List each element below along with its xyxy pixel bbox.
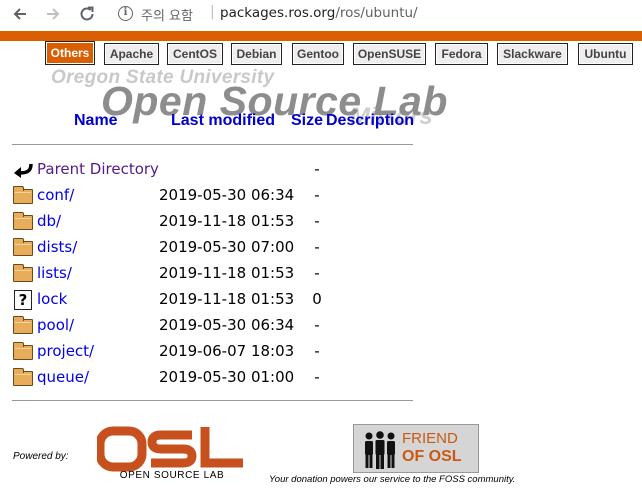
sort-by-description-link[interactable]: Description xyxy=(326,112,414,130)
tab-ubuntu[interactable]: Ubuntu xyxy=(578,43,633,65)
divider xyxy=(12,144,413,145)
tab-centos[interactable]: CentOS xyxy=(167,43,223,65)
tab-slackware[interactable]: Slackware xyxy=(497,43,568,65)
folder-icon xyxy=(13,186,33,204)
file-link[interactable]: db/ xyxy=(37,212,61,230)
file-link[interactable]: queue/ xyxy=(37,368,89,386)
tab-debian[interactable]: Debian xyxy=(231,43,282,65)
sort-by-modified-link[interactable]: Last modified xyxy=(171,112,275,130)
list-item: lists/ 2019-11-18 01:53 - xyxy=(0,261,642,287)
file-link[interactable]: project/ xyxy=(37,342,94,360)
divider xyxy=(12,400,413,401)
list-item: pool/ 2019-05-30 06:34 - xyxy=(0,313,642,339)
folder-icon xyxy=(13,342,33,360)
file-link[interactable]: lists/ xyxy=(37,264,72,282)
forward-arrow-icon[interactable] xyxy=(42,3,64,25)
file-size: - xyxy=(314,316,320,334)
folder-icon xyxy=(13,316,33,334)
browser-toolbar: i 주의 요함 | packages.ros.org/ros/ubuntu/ xyxy=(0,0,642,29)
file-link[interactable]: lock xyxy=(37,290,67,308)
list-item: project/ 2019-06-07 18:03 - xyxy=(0,339,642,365)
folder-icon xyxy=(13,238,33,256)
back-arrow-icon xyxy=(14,163,33,178)
address-bar[interactable]: packages.ros.org/ros/ubuntu/ xyxy=(220,5,418,21)
file-link[interactable]: pool/ xyxy=(37,316,74,334)
file-link[interactable]: conf/ xyxy=(37,186,74,204)
tab-others[interactable]: Others xyxy=(45,41,95,65)
modified-date: 2019-05-30 06:34 xyxy=(159,186,295,204)
list-item: conf/ 2019-05-30 06:34 - xyxy=(0,183,642,209)
file-size: 0 xyxy=(312,290,322,308)
osu-header-bar xyxy=(0,31,642,41)
modified-date: 2019-11-18 01:53 xyxy=(159,264,295,282)
modified-date: 2019-05-30 06:34 xyxy=(159,316,295,334)
file-size: - xyxy=(314,160,320,178)
modified-date: 2019-06-07 18:03 xyxy=(159,342,295,360)
file-size: - xyxy=(314,342,320,360)
modified-date: 2019-05-30 01:00 xyxy=(159,368,295,386)
people-icon xyxy=(365,431,395,469)
modified-date: 2019-11-18 01:53 xyxy=(159,290,295,308)
friend-of-osl-button[interactable]: FRIEND OF OSL xyxy=(353,424,479,473)
osl-logo-subtitle: OPEN SOURCE LAB xyxy=(119,470,225,481)
of-osl-label: OF OSL xyxy=(402,448,462,465)
powered-by-label: Powered by: xyxy=(13,451,69,462)
parent-directory-link[interactable]: Parent Directory xyxy=(37,160,159,178)
file-size: - xyxy=(314,238,320,256)
unknown-file-icon: ? xyxy=(14,290,32,310)
list-item: dists/ 2019-05-30 07:00 - xyxy=(0,235,642,261)
modified-date: 2019-05-30 07:00 xyxy=(159,238,295,256)
friend-label: FRIEND xyxy=(402,430,458,447)
url-host: packages.ros.org xyxy=(220,5,336,21)
folder-icon xyxy=(13,212,33,230)
tab-fedora[interactable]: Fedora xyxy=(435,43,488,65)
tab-gentoo[interactable]: Gentoo xyxy=(292,43,344,65)
file-size: - xyxy=(314,264,320,282)
info-icon[interactable]: i xyxy=(118,6,133,21)
list-item: queue/ 2019-05-30 01:00 - xyxy=(0,365,642,391)
file-size: - xyxy=(314,368,320,386)
list-item-parent: Parent Directory - xyxy=(0,157,642,183)
url-separator: | xyxy=(210,4,215,20)
modified-date: 2019-11-18 01:53 xyxy=(159,212,295,230)
file-link[interactable]: dists/ xyxy=(37,238,77,256)
distro-tabs: Others Apache CentOS Debian Gentoo OpenS… xyxy=(0,41,642,67)
donation-note: Your donation powers our service to the … xyxy=(269,474,516,485)
back-arrow-icon[interactable] xyxy=(9,3,31,25)
list-item: ? lock 2019-11-18 01:53 0 xyxy=(0,287,642,313)
url-path: /ros/ubuntu/ xyxy=(335,5,418,21)
tab-apache[interactable]: Apache xyxy=(104,43,159,65)
folder-icon xyxy=(13,264,33,282)
file-size: - xyxy=(314,212,320,230)
folder-icon xyxy=(13,368,33,386)
security-status[interactable]: 주의 요함 xyxy=(141,5,193,24)
list-item: db/ 2019-11-18 01:53 - xyxy=(0,209,642,235)
file-size: - xyxy=(314,186,320,204)
sort-by-size-link[interactable]: Size xyxy=(291,112,323,130)
reload-icon[interactable] xyxy=(76,3,98,25)
tab-opensuse[interactable]: OpenSUSE xyxy=(353,43,426,65)
sort-by-name-link[interactable]: Name xyxy=(74,112,118,130)
